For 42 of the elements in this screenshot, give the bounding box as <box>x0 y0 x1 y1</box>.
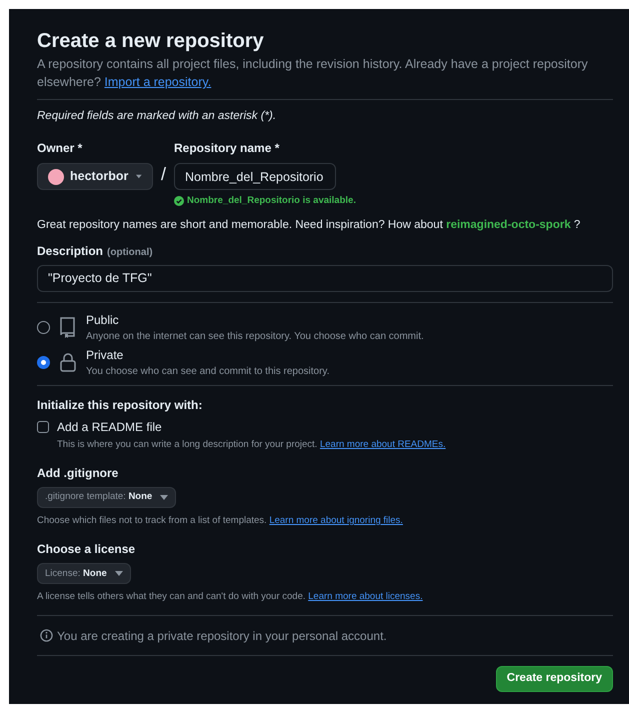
caret-icon <box>160 495 168 500</box>
description-label: Description <box>37 242 104 260</box>
readme-label: Add a README file <box>57 418 162 436</box>
repo-name-label: Repository name * <box>174 140 280 158</box>
learn-more-link[interactable]: Learn more about licenses. <box>308 591 423 602</box>
info-icon <box>40 629 53 642</box>
availability-text: Nombre_del_Repositorio is available. <box>187 194 356 208</box>
page-title: Create a new repository <box>37 29 265 53</box>
section-heading: Add .gitignore <box>37 465 120 482</box>
readme-link[interactable]: Learn more about READMEs. <box>320 438 446 450</box>
learn-more-link[interactable]: Learn more about ignoring files. <box>269 515 403 526</box>
section-heading: Choose a license <box>37 541 136 558</box>
template-dropdown[interactable]: .gitignore template: None <box>37 487 176 508</box>
readme-checkbox[interactable] <box>37 420 49 433</box>
readme-description: This is where you can write a long description for your project. Learn more about READMEs. <box>57 438 447 452</box>
radio-button[interactable] <box>37 320 50 334</box>
owner-dropdown[interactable]: hectorbor <box>37 163 153 190</box>
description-field[interactable]: "Proyecto de TFG" <box>37 264 613 292</box>
caret-icon <box>136 174 142 180</box>
visibility-label: Public <box>86 312 120 329</box>
slash-separator: / <box>161 163 166 186</box>
section-description: A license tells others what they can and can't do with your code. Learn more about licenses. <box>37 590 424 604</box>
suggestion-text: Great repository names are short and memorable. Need inspiration? How about reimagined-octo-spork ? <box>37 218 582 232</box>
lock-icon <box>59 352 77 372</box>
radio-button[interactable] <box>37 356 50 369</box>
create-repository-button[interactable]: Create repository <box>496 666 613 692</box>
book-icon <box>59 316 77 338</box>
optional-hint: (optional) <box>107 246 153 260</box>
repo-name-field[interactable]: Nombre_del_Repositorio <box>174 163 336 190</box>
intro-text: A repository contains all project files, including the revision history. Already have a project repository elsewhere? Import a repository. <box>37 56 589 91</box>
owner-label: Owner * <box>37 140 84 158</box>
visibility-description: Anyone on the internet can see this repository. You choose who can commit. <box>86 330 424 344</box>
visibility-description: You choose who can see and commit to this repository. <box>86 364 330 379</box>
avatar-icon <box>48 168 64 185</box>
section-description: Choose which files not to track from a list of templates. Learn more about ignoring files. <box>37 514 404 528</box>
notice-text: You are creating a private repository in your personal account. <box>57 628 387 644</box>
init-heading: Initialize this repository with: <box>37 396 204 414</box>
template-dropdown[interactable]: License: None <box>37 563 131 584</box>
import-link[interactable]: Import a repository. <box>104 75 212 89</box>
caret-icon <box>114 571 123 576</box>
visibility-label: Private <box>86 346 124 364</box>
required-note: Required fields are marked with an asterisk (*). <box>37 109 278 124</box>
